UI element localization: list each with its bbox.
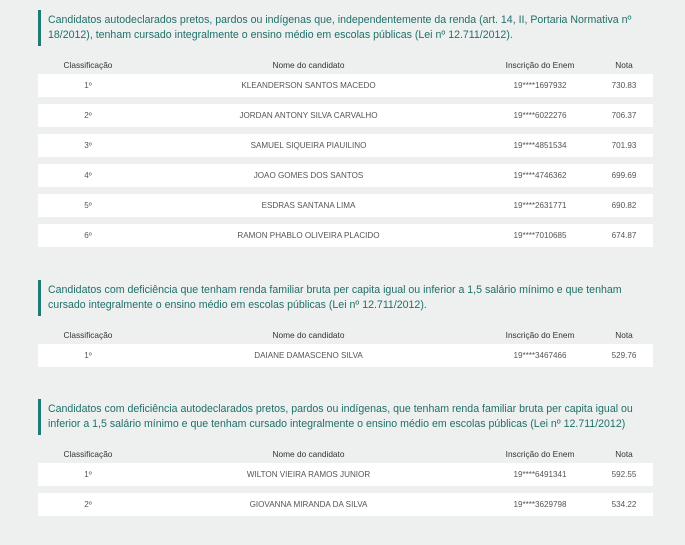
cell-nome: JORDAN ANTONY SILVA CARVALHO (239, 111, 378, 120)
cell-nome: ESDRAS SANTANA LIMA (261, 201, 356, 210)
table-row: 2º GIOVANNA MIRANDA DA SILVA 19****36297… (38, 493, 653, 516)
cell-inscricao: 19****3467466 (513, 351, 567, 360)
table-row: 5º ESDRAS SANTANA LIMA 19****2631771 690… (38, 194, 653, 217)
cell-inscricao: 19****1697932 (513, 81, 567, 90)
cell-nota: 706.37 (611, 111, 637, 120)
cell-classificacao: 4º (84, 171, 92, 180)
section-title: Candidatos autodeclarados pretos, pardos… (38, 10, 653, 46)
col-classificacao: Classificação (63, 449, 113, 459)
cell-nota: 592.55 (611, 470, 637, 479)
cell-nome: RAMON PHABLO OLIVEIRA PLACIDO (237, 231, 380, 240)
col-nome: Nome do candidato (272, 449, 345, 459)
cell-nome: JOAO GOMES DOS SANTOS (253, 171, 364, 180)
cell-classificacao: 6º (84, 231, 92, 240)
col-nota: Nota (615, 449, 633, 459)
col-nota: Nota (615, 330, 633, 340)
cell-classificacao: 2º (84, 500, 92, 509)
cell-nota: 529.76 (611, 351, 637, 360)
table-row: 1º DAIANE DAMASCENO SILVA 19****3467466 … (38, 344, 653, 367)
cell-inscricao: 19****3629798 (513, 500, 567, 509)
cell-nome: GIOVANNA MIRANDA DA SILVA (249, 500, 368, 509)
cell-inscricao: 19****4746362 (513, 171, 567, 180)
col-classificacao: Classificação (63, 330, 113, 340)
cell-classificacao: 1º (84, 470, 92, 479)
cell-classificacao: 1º (84, 81, 92, 90)
cell-nota: 699.69 (611, 171, 637, 180)
table-header: Classificação Nome do candidato Inscriçã… (38, 58, 653, 72)
cell-classificacao: 3º (84, 141, 92, 150)
quota-section-3: Candidatos com deficiência autodeclarado… (38, 399, 653, 523)
col-inscricao: Inscrição do Enem (505, 60, 575, 70)
quota-section-1: Candidatos autodeclarados pretos, pardos… (38, 10, 653, 254)
results-page: Candidatos autodeclarados pretos, pardos… (0, 0, 685, 545)
table-row: 3º SAMUEL SIQUEIRA PIAUILINO 19****48515… (38, 134, 653, 157)
cell-nome: KLEANDERSON SANTOS MACEDO (241, 81, 376, 90)
quota-section-2: Candidatos com deficiência que tenham re… (38, 280, 653, 374)
cell-inscricao: 19****6022276 (513, 111, 567, 120)
section-title: Candidatos com deficiência autodeclarado… (38, 399, 653, 435)
cell-nota: 534.22 (611, 500, 637, 509)
cell-nome: WILTON VIEIRA RAMOS JUNIOR (246, 470, 371, 479)
col-classificacao: Classificação (63, 60, 113, 70)
cell-inscricao: 19****6491341 (513, 470, 567, 479)
col-inscricao: Inscrição do Enem (505, 330, 575, 340)
col-nome: Nome do candidato (272, 330, 345, 340)
col-nota: Nota (615, 60, 633, 70)
col-inscricao: Inscrição do Enem (505, 449, 575, 459)
table-row: 1º WILTON VIEIRA RAMOS JUNIOR 19****6491… (38, 463, 653, 486)
cell-nota: 701.93 (611, 141, 637, 150)
cell-classificacao: 2º (84, 111, 92, 120)
table-header: Classificação Nome do candidato Inscriçã… (38, 328, 653, 342)
cell-inscricao: 19****2631771 (513, 201, 567, 210)
cell-nome: DAIANE DAMASCENO SILVA (254, 351, 363, 360)
cell-inscricao: 19****4851534 (513, 141, 567, 150)
cell-classificacao: 1º (84, 351, 92, 360)
cell-nota: 730.83 (611, 81, 637, 90)
cell-nota: 674.87 (611, 231, 637, 240)
table-header: Classificação Nome do candidato Inscriçã… (38, 447, 653, 461)
cell-nota: 690.82 (611, 201, 637, 210)
cell-inscricao: 19****7010685 (513, 231, 567, 240)
cell-classificacao: 5º (84, 201, 92, 210)
table-row: 2º JORDAN ANTONY SILVA CARVALHO 19****60… (38, 104, 653, 127)
table-row: 4º JOAO GOMES DOS SANTOS 19****4746362 6… (38, 164, 653, 187)
section-title: Candidatos com deficiência que tenham re… (38, 280, 653, 316)
col-nome: Nome do candidato (272, 60, 345, 70)
table-row: 6º RAMON PHABLO OLIVEIRA PLACIDO 19****7… (38, 224, 653, 247)
cell-nome: SAMUEL SIQUEIRA PIAUILINO (250, 141, 367, 150)
table-row: 1º KLEANDERSON SANTOS MACEDO 19****16979… (38, 74, 653, 97)
